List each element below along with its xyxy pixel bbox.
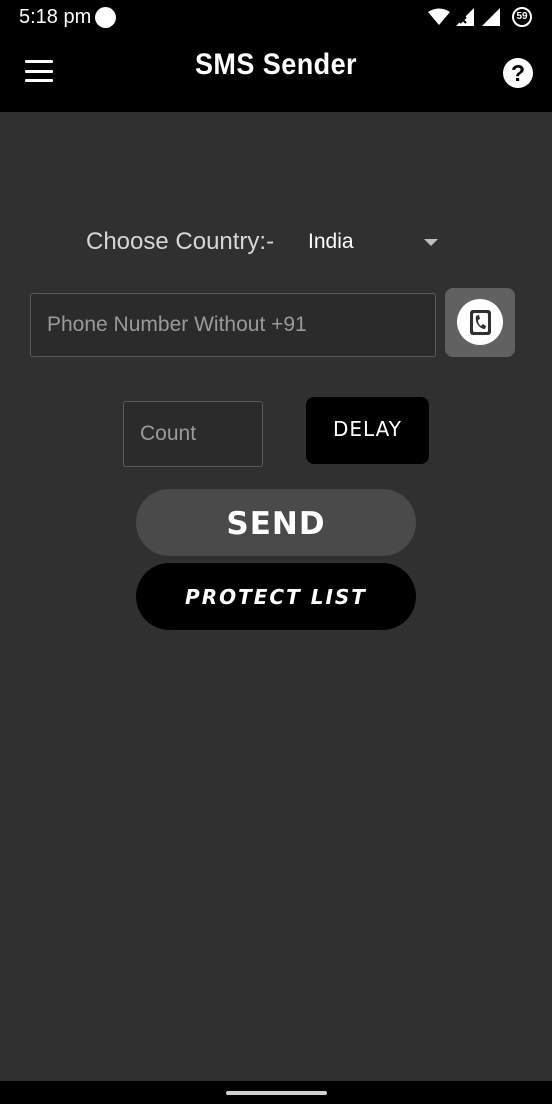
send-button[interactable]: SEND xyxy=(136,489,416,556)
contact-book-icon xyxy=(457,299,503,345)
status-icons: 59 xyxy=(428,6,532,28)
help-icon[interactable]: ? xyxy=(503,58,533,88)
wifi-icon xyxy=(428,8,450,25)
navigation-bar xyxy=(0,1081,552,1104)
signal-icon xyxy=(456,8,474,26)
protect-list-button[interactable]: PROTECT LIST xyxy=(136,563,416,630)
status-time: 5:18 pm xyxy=(19,6,92,28)
battery-icon: 59 xyxy=(512,7,532,27)
country-label: Choose Country:- xyxy=(86,228,275,255)
delay-button[interactable]: DELAY xyxy=(306,397,429,464)
signal-icon xyxy=(482,8,500,26)
status-bar: 5:18 pm 59 xyxy=(0,0,552,34)
app-title: SMS Sender xyxy=(194,48,358,81)
country-dropdown[interactable]: India xyxy=(300,224,446,262)
app-bar: SMS Sender ? xyxy=(0,34,552,112)
phone-number-field[interactable] xyxy=(30,293,436,357)
home-indicator[interactable] xyxy=(226,1091,327,1095)
phone-number-input[interactable] xyxy=(31,294,435,356)
country-value: India xyxy=(308,230,354,253)
count-input[interactable] xyxy=(124,402,262,466)
count-field[interactable] xyxy=(123,401,263,467)
notification-dot-icon xyxy=(95,7,116,28)
contacts-button[interactable] xyxy=(445,288,515,357)
dropdown-arrow-icon xyxy=(424,239,438,246)
